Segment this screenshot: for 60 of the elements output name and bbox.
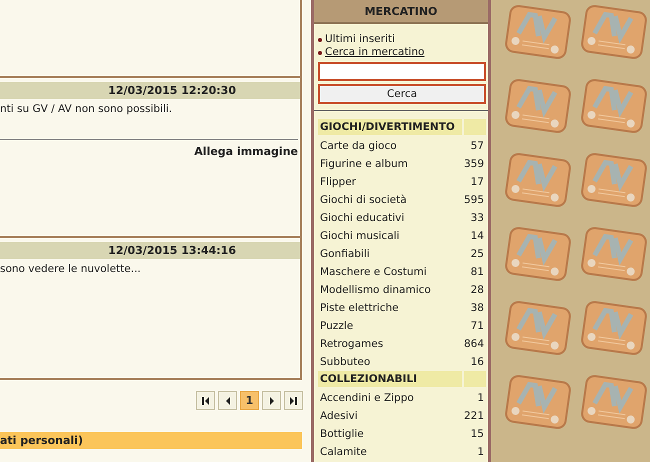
last-page-icon [290,396,297,404]
category-link[interactable]: Bottiglie [320,428,364,440]
category-link[interactable]: Piste elettriche [320,302,399,314]
last-page-button[interactable] [284,391,303,410]
search-field[interactable] [318,62,486,81]
category-count: 15 [470,428,484,440]
category-link[interactable]: Maschere e Costumi [320,266,427,278]
category-link[interactable]: Adesivi [320,410,358,422]
first-page-button[interactable] [196,391,215,410]
category-count: 1 [477,446,484,458]
post-text: nti su GV / AV non sono possibili. [0,102,174,117]
category-count: 71 [470,320,484,332]
bullet-icon [318,50,322,54]
category-header-cell [464,119,486,135]
previous-icon [226,396,230,404]
category-link[interactable]: Carte da gioco [320,140,397,152]
category-link[interactable]: Accendini e Zippo [320,392,414,404]
category-header: COLLEZIONABILI [318,371,462,387]
next-page-button[interactable] [262,391,281,410]
sidebar-link[interactable]: Ultimi inseriti [325,33,395,46]
category-link[interactable]: Gonfiabili [320,248,370,260]
category-count: 38 [470,302,484,314]
first-page-icon [202,396,209,404]
category-count: 33 [470,212,484,224]
sidebar-title: MERCATINO [314,0,488,24]
category-count: 25 [470,248,484,260]
section-bar: ati personali) [0,432,302,449]
category-link[interactable]: Retrogames [320,338,384,350]
category-link[interactable]: Flipper [320,176,356,188]
category-count: 14 [470,230,484,242]
search-button[interactable]: Cerca [318,84,486,104]
category-count: 28 [470,284,484,296]
sidebar-link[interactable]: Cerca in mercatino [325,46,424,59]
category-count: 221 [464,410,484,422]
category-link[interactable]: Modellismo dinamico [320,284,431,296]
category-header-cell [464,371,486,387]
category-count: 1 [477,392,484,404]
next-icon [270,396,274,404]
category-count: 57 [470,140,484,152]
category-count: 864 [464,338,484,350]
category-link[interactable]: Calamite [320,446,367,458]
category-link[interactable]: Figurine e album [320,158,408,170]
category-count: 81 [470,266,484,278]
category-count: 359 [464,158,484,170]
category-link[interactable]: Giochi musicali [320,230,400,242]
category-header: GIOCHI/DIVERTIMENTO [318,119,462,135]
post-date: 12/03/2015 13:44:16 [0,242,300,259]
category-count: 595 [464,194,484,206]
category-count: 17 [470,176,484,188]
category-link[interactable]: Subbuteo [320,356,370,368]
bullet-icon [318,38,322,42]
category-link[interactable]: Puzzle [320,320,354,332]
category-link[interactable]: Giochi di società [320,194,407,206]
post-date: 12/03/2015 12:20:30 [0,82,300,99]
page-button[interactable]: 1 [240,391,259,410]
post-text: sono vedere le nuvolette... [0,262,142,277]
attach-image-label: Allega immagine [194,145,298,158]
category-count: 16 [470,356,484,368]
prev-page-button[interactable] [218,391,237,410]
category-link[interactable]: Giochi educativi [320,212,404,224]
